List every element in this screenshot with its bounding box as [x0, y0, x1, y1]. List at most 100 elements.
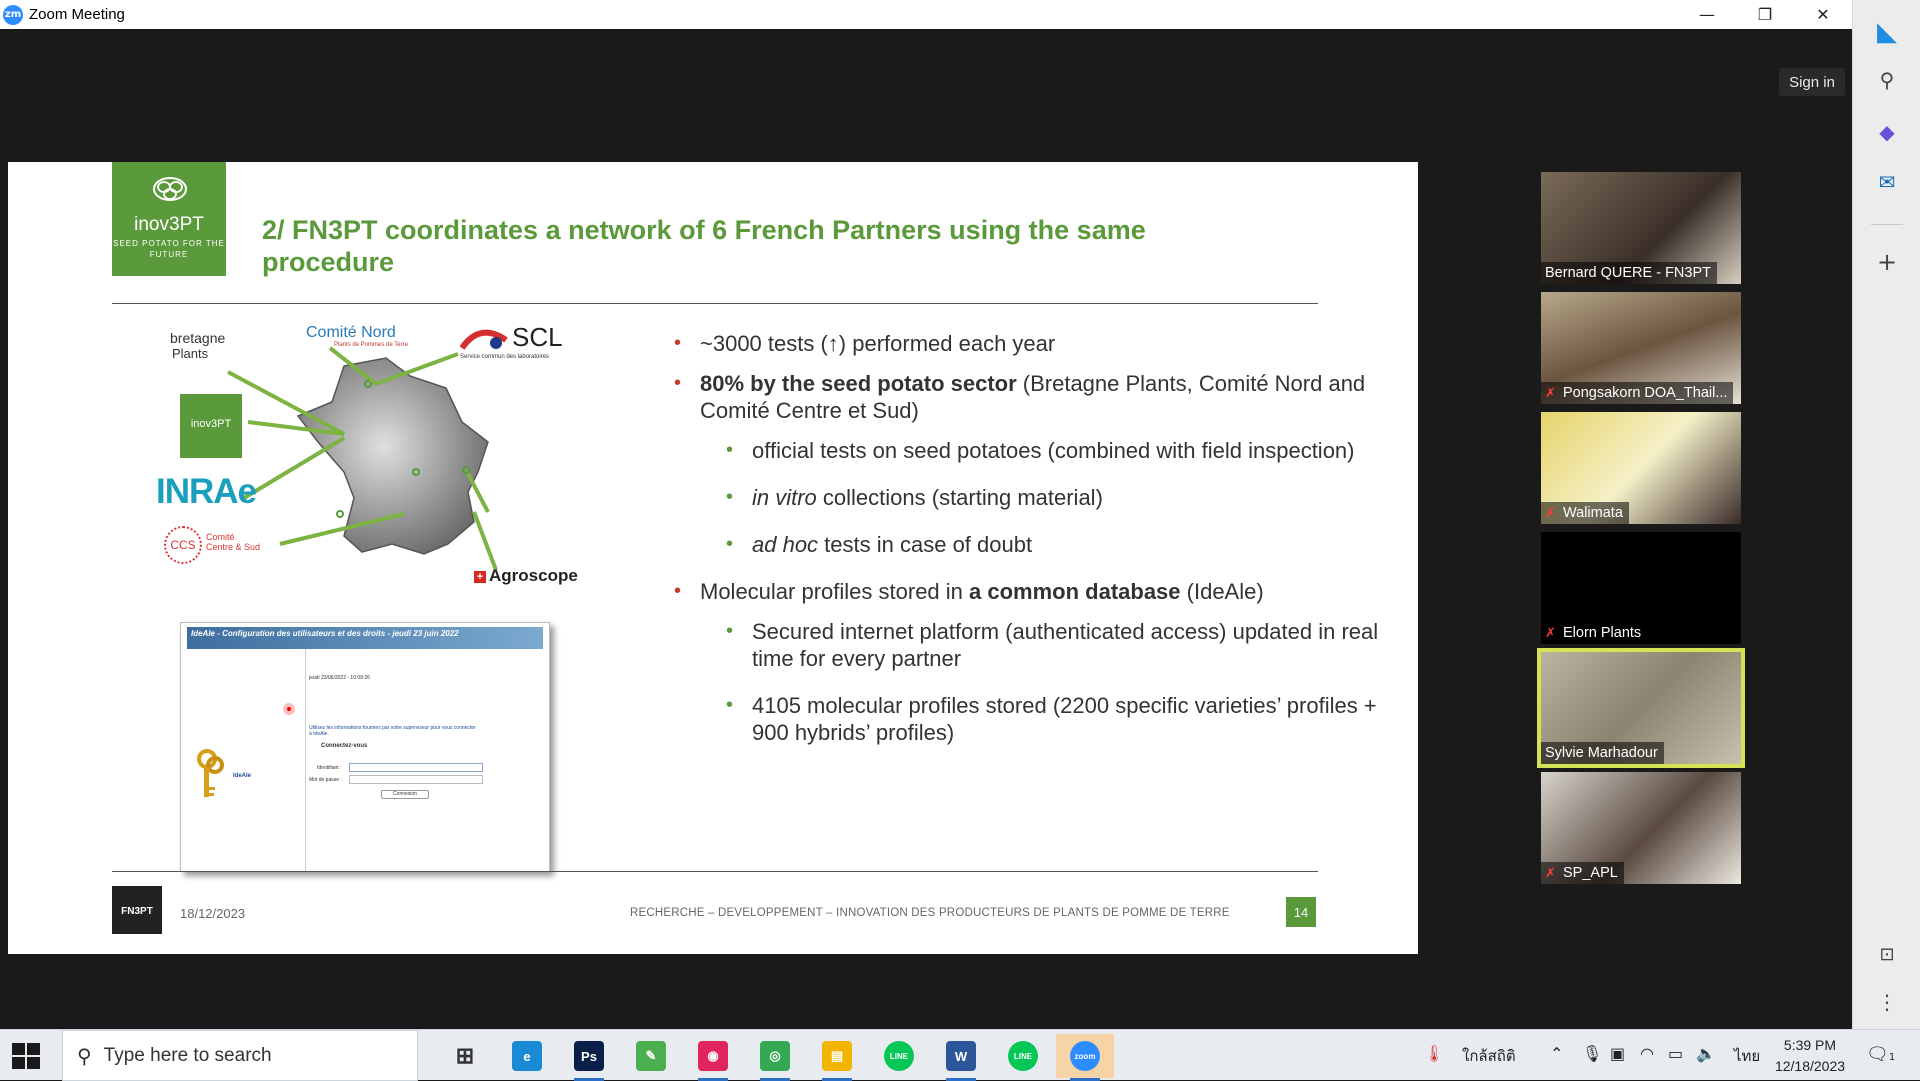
plants-text: Plants [172, 346, 209, 361]
ideale-date: jeudi 23/06/2022 - 10:09:26 [309, 675, 370, 681]
app-red-icon: ◉ [698, 1041, 728, 1071]
taskbar-clock[interactable]: 5:39 PM 12/18/2023 [1770, 1035, 1850, 1077]
participant-name: ✗ Pongsakorn DOA_Thail... [1541, 382, 1734, 404]
wifi-icon[interactable]: ◠ [1640, 1044, 1654, 1063]
participant-name: ✗ SP_APL [1541, 862, 1624, 884]
taskbar-search-input[interactable]: ⚲ Type here to search [62, 1030, 418, 1081]
ccs-logo: CCS Comité Centre & Sud [164, 526, 274, 566]
photoshop-icon: Ps [574, 1041, 604, 1071]
notifications-icon[interactable]: 🗨1 [1866, 1044, 1895, 1065]
bullet-text: (IdeAle) [1180, 579, 1264, 604]
close-button[interactable]: ✕ [1794, 0, 1852, 29]
taskbar-app-word[interactable]: W [932, 1034, 990, 1081]
app-green-icon: ✎ [636, 1041, 666, 1071]
inrae-logo: INRAe [156, 472, 257, 511]
ideale-id-field [349, 763, 483, 772]
ccs-line2: Centre & Sud [206, 542, 261, 552]
comite-nord-sub: Plants de Pommes de Terre [334, 342, 408, 348]
sub-bullet-item: in vitro collections (starting material) [666, 484, 1406, 511]
mic-muted-icon: ✗ [1545, 626, 1556, 641]
bullet-item: ~3000 tests (↑) performed each year [666, 330, 1406, 357]
taskbar-app-app-green[interactable]: ✎ [622, 1034, 680, 1078]
participant-tile[interactable]: ✗ SP_APL [1541, 772, 1741, 884]
volume-icon[interactable]: 🔈 [1696, 1044, 1716, 1063]
taskbar-app-chrome[interactable]: ◎ [746, 1034, 804, 1081]
participant-name: ✗ Elorn Plants [1541, 622, 1648, 644]
swiss-cross-icon: + [474, 571, 486, 583]
comite-nord-logo: Comité Nord Plants de Pommes de Terre [306, 324, 426, 348]
bullet-text: Molecular profiles stored in [700, 579, 970, 604]
bretagne-plants-logo: bretagne Plants [170, 330, 250, 370]
edge-sidebar: ◣ ⚲ ◆ ✉ + ⊡ ⋮ [1852, 0, 1920, 1029]
task-view-icon: ⊞ [455, 1043, 475, 1068]
minimize-button[interactable]: — [1678, 0, 1736, 29]
mic-muted-icon: ✗ [1545, 386, 1556, 401]
search-icon: ⚲ [77, 1043, 92, 1068]
logo-tagline: SEED POTATO FOR THE FUTURE [113, 239, 225, 259]
agroscope-name: Agroscope [489, 566, 578, 585]
partner-map: bretagne Plants Comité Nord Plants de Po… [148, 322, 588, 592]
sub-bullet-item: ad hoc tests in case of doubt [666, 531, 1406, 558]
ideale-header: IdeAle - Configuration des utilisateurs … [187, 627, 543, 649]
search-placeholder: Type here to search [103, 1044, 272, 1066]
battery-icon[interactable]: ▭ [1668, 1044, 1683, 1063]
language-indicator[interactable]: ไทย [1734, 1044, 1760, 1068]
weather-icon[interactable]: 🌡 [1424, 1044, 1444, 1063]
scl-name: SCL [512, 322, 563, 352]
shopping-icon[interactable]: ◆ [1871, 116, 1903, 148]
window-title-bar: zm Zoom Meeting — ❐ ✕ [0, 0, 1852, 29]
copilot-icon[interactable]: ◣ [1871, 16, 1903, 48]
tray-chevron-icon[interactable]: ⌃ [1550, 1044, 1563, 1063]
mic-muted-icon: ✗ [1545, 866, 1556, 881]
participant-tile[interactable]: ✗ Walimata [1541, 412, 1741, 524]
windows-taskbar: ⚲ Type here to search ⊞ e Ps ✎ ◉ ◎ ▤ LINE W LINE z… [0, 1029, 1920, 1081]
screenshot-icon[interactable]: ⊡ [1871, 938, 1903, 970]
sidebar-divider [1871, 224, 1903, 225]
participant-tile[interactable]: Bernard QUERE - FN3PT [1541, 172, 1741, 284]
taskbar-app-task-view[interactable]: ⊞ [436, 1034, 494, 1078]
laser-pointer-icon [283, 703, 295, 715]
taskbar-app-photoshop[interactable]: Ps [560, 1034, 618, 1081]
participant-tile[interactable]: ✗ Elorn Plants [1541, 532, 1741, 644]
line-2-icon: LINE [1008, 1041, 1038, 1071]
bullet-item: Molecular profiles stored in a common da… [666, 578, 1406, 605]
taskbar-app-app-red[interactable]: ◉ [684, 1034, 742, 1081]
edge-icon: e [512, 1041, 542, 1071]
bullet-text: ~3000 tests (↑) performed each year [700, 331, 1056, 356]
bullet-text: tests in case of doubt [818, 532, 1033, 557]
add-icon[interactable]: + [1871, 246, 1903, 278]
participant-tile-active-speaker[interactable]: Sylvie Marhadour [1537, 648, 1745, 768]
ccs-ring-icon: CCS [164, 526, 202, 564]
zoom-app-icon: zm [3, 4, 23, 25]
taskbar-app-line[interactable]: LINE [870, 1034, 928, 1078]
bullet-item: 80% by the seed potato sector (Bretagne … [666, 370, 1406, 424]
comite-nord-name: Comité Nord [306, 324, 396, 341]
taskbar-app-edge[interactable]: e [498, 1034, 556, 1078]
search-icon[interactable]: ⚲ [1871, 64, 1903, 96]
page-number: 14 [1286, 897, 1316, 927]
windows-start-icon[interactable] [12, 1043, 40, 1069]
outlook-icon[interactable]: ✉ [1871, 166, 1903, 198]
bretagne-text: bretagne [170, 330, 226, 346]
participant-name: ✗ Walimata [1541, 502, 1629, 524]
ideale-info: Utilisez les informations fournies par v… [309, 725, 476, 737]
microphone-icon[interactable]: 🎙 [1582, 1044, 1602, 1063]
ideale-id-label: Identifiant : [317, 765, 342, 771]
restore-button[interactable]: ❐ [1736, 0, 1794, 29]
taskbar-app-zoom[interactable]: zoom [1056, 1034, 1114, 1081]
footer-text: RECHERCHE – DEVELOPPEMENT – INNOVATION D… [630, 907, 1230, 919]
participant-tile[interactable]: ✗ Pongsakorn DOA_Thail... [1541, 292, 1741, 404]
sign-in-button[interactable]: Sign in [1779, 68, 1845, 96]
ideale-connect: Connectez-vous [321, 743, 368, 749]
weather-text[interactable]: ใกล้สถิติ [1462, 1044, 1516, 1068]
ideale-pw-label: Mot de passe : [309, 777, 342, 783]
ideale-screenshot: IdeAle - Configuration des utilisateurs … [180, 622, 550, 872]
camera-icon[interactable]: ▣ [1610, 1044, 1625, 1063]
taskbar-app-line-2[interactable]: LINE [994, 1034, 1052, 1078]
more-icon[interactable]: ⋮ [1871, 986, 1903, 1018]
leaf-logo-icon [153, 177, 187, 201]
taskbar-app-file-explorer[interactable]: ▤ [808, 1034, 866, 1081]
keys-icon [197, 749, 224, 797]
bullet-text: 80% by the seed potato sector [700, 371, 1017, 396]
inov3pt-small-logo: inov3PT [180, 394, 242, 458]
